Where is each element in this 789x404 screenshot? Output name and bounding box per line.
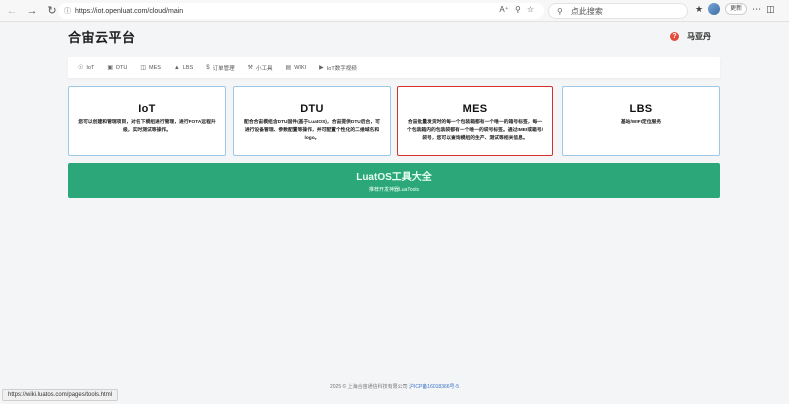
tab-tools[interactable]: ⚒ 小工具: [248, 64, 273, 72]
footer-icp-link[interactable]: 沪ICP备16018366号-5: [409, 384, 459, 390]
zoom-icon[interactable]: ⚲: [515, 5, 521, 14]
sidebar-icon[interactable]: ◫: [766, 4, 775, 15]
favorite-star-icon[interactable]: ☆: [527, 5, 534, 14]
card-title: IoT: [138, 103, 156, 115]
card-description: 合宙批量发货时的每一个包装箱都有一个唯一的箱号标签，每一个包装箱内的包装袋都有一…: [407, 120, 543, 141]
tab-wiki[interactable]: ▤ WIKI: [285, 64, 307, 72]
favorites-icon[interactable]: ★: [695, 4, 703, 15]
update-button[interactable]: 更新: [725, 3, 748, 15]
chip-icon: ▣: [107, 65, 114, 71]
more-icon[interactable]: ⋯: [752, 4, 761, 15]
address-bar-url: https://iot.openluat.com/cloud/main: [75, 7, 184, 15]
luatos-tools-banner[interactable]: LuatOS工具大全 推荐开发神器LuaTools: [68, 163, 720, 198]
card-title: DTU: [300, 103, 324, 115]
tab-mes[interactable]: ◫ MES: [140, 64, 161, 72]
card-title: MES: [462, 103, 488, 115]
tab-iot[interactable]: ☉ IoT: [78, 64, 95, 72]
tab-label: WIKI: [294, 64, 307, 71]
banner-title: LuatOS工具大全: [356, 172, 432, 183]
dollar-icon: $: [206, 64, 210, 71]
card-description: 配合合宙模组含DTU固件(基于LuatOS)，合宙提供DTU后台，可进行设备管理…: [244, 120, 380, 141]
read-aloud-icon[interactable]: A⁺: [499, 5, 509, 14]
browser-search-box[interactable]: ⚲ 点此搜索: [548, 3, 688, 19]
nav-tabbar: ☉ IoT ▣ DTU ◫ MES ▲ LBS $ 订单管理 ⚒ 小工具 ▤ WIKI ▶ Io…: [68, 57, 720, 78]
database-icon: ◫: [140, 65, 146, 71]
tab-dtu[interactable]: ▣ DTU: [107, 64, 128, 72]
video-icon: ▶: [319, 65, 324, 71]
lightbulb-icon: ☉: [78, 65, 84, 71]
book-icon: ▤: [285, 65, 292, 71]
tab-iot-video[interactable]: ▶ IoT数字视频: [319, 64, 357, 72]
tab-label: 订单管理: [212, 65, 235, 72]
card-description: 基站/WIFI定位服务: [620, 120, 662, 125]
wrench-icon: ⚒: [247, 65, 254, 71]
address-bar[interactable]: ⓘ https://iot.openluat.com/cloud/main A⁺…: [58, 3, 544, 19]
page-title: 合宙云平台: [68, 30, 136, 45]
back-arrow-icon[interactable]: ←: [4, 3, 20, 19]
browser-toolbar: ← → ↻ ⓘ https://iot.openluat.com/cloud/m…: [0, 0, 789, 22]
profile-avatar[interactable]: [708, 3, 721, 15]
help-icon[interactable]: ?: [670, 32, 679, 41]
tab-label: LBS: [182, 64, 194, 71]
footer: 2025 © 上海合宙通信科技有限公司 沪ICP备16018366号-5: [0, 383, 789, 390]
tab-orders[interactable]: $ 订单管理: [206, 64, 234, 72]
card-mes[interactable]: MES 合宙批量发货时的每一个包装箱都有一个唯一的箱号标签，每一个包装箱内的包装…: [397, 86, 553, 156]
search-icon: ⚲: [557, 6, 563, 16]
forward-arrow-icon[interactable]: →: [24, 3, 40, 19]
tab-label: IoT: [86, 64, 95, 71]
tab-label: IoT数字视频: [326, 65, 357, 72]
card-lbs[interactable]: LBS 基站/WIFI定位服务: [562, 86, 720, 156]
search-placeholder: 点此搜索: [570, 6, 603, 16]
map-icon: ▲: [173, 64, 180, 71]
user-name[interactable]: 马亚丹: [687, 31, 711, 42]
site-info-icon[interactable]: ⓘ: [64, 6, 71, 16]
tab-label: DTU: [116, 64, 128, 71]
tab-label: 小工具: [256, 65, 273, 72]
banner-subtitle: 推荐开发神器LuaTools: [368, 187, 419, 193]
tab-lbs[interactable]: ▲ LBS: [174, 65, 193, 71]
tab-label: MES: [149, 64, 161, 71]
card-dtu[interactable]: DTU 配合合宙模组含DTU固件(基于LuatOS)，合宙提供DTU后台，可进行…: [233, 86, 391, 156]
footer-copyright: 2025 © 上海合宙通信科技有限公司: [329, 384, 408, 390]
status-bar-url: https://wiki.luatos.com/pages/tools.html: [2, 389, 119, 401]
card-title: LBS: [629, 103, 653, 115]
card-description: 您可以创建和管理项目，对名下模组进行管理，进行FOTA远程升级，实时测试等操作。: [78, 120, 216, 133]
user-area: ? 马亚丹: [670, 31, 711, 42]
card-iot[interactable]: IoT 您可以创建和管理项目，对名下模组进行管理，进行FOTA远程升级，实时测试…: [68, 86, 226, 156]
